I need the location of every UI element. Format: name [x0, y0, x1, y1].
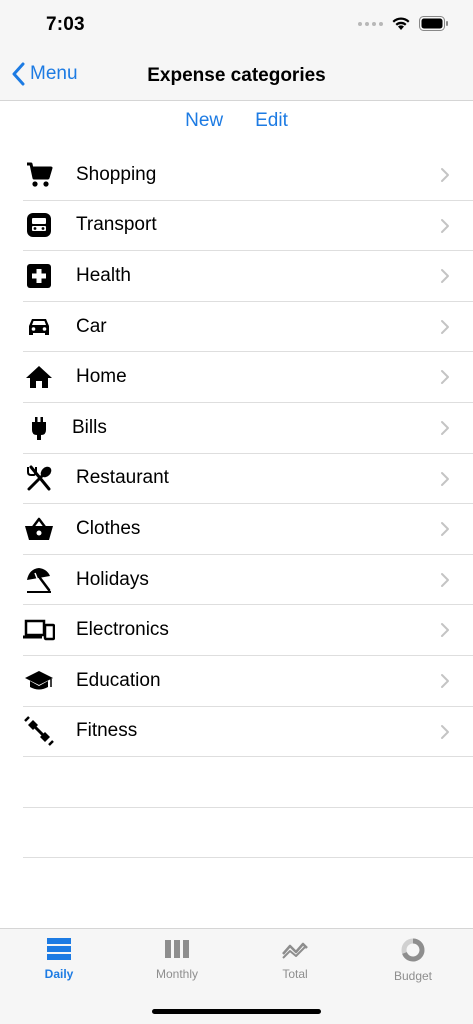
category-row-home[interactable]: Home: [23, 352, 473, 403]
car-icon: [23, 311, 55, 343]
basket-icon: [23, 513, 55, 545]
battery-icon: [419, 16, 448, 31]
chevron-right-icon: [441, 420, 449, 435]
category-label: Car: [76, 315, 107, 337]
signal-icon: [358, 21, 383, 26]
medical-cross-icon: [23, 260, 55, 292]
plug-icon: [23, 412, 55, 444]
bus-icon: [23, 209, 55, 241]
category-row-shopping[interactable]: Shopping: [23, 150, 473, 201]
tab-budget[interactable]: Budget: [354, 937, 472, 983]
edit-button[interactable]: Edit: [255, 110, 288, 132]
category-row-electronics[interactable]: Electronics: [23, 605, 473, 656]
daily-bars-icon: [47, 938, 71, 960]
chevron-right-icon: [441, 724, 449, 739]
category-row-clothes[interactable]: Clothes: [23, 504, 473, 555]
category-row-restaurant[interactable]: Restaurant: [23, 454, 473, 505]
trend-icon: [282, 942, 308, 959]
category-label: Education: [76, 669, 161, 691]
tab-label: Monthly: [155, 967, 199, 981]
wifi-icon: [392, 17, 410, 30]
shopping-cart-icon: [23, 159, 55, 191]
chevron-right-icon: [441, 370, 449, 385]
dumbbell-icon: [23, 715, 55, 747]
tab-label: Daily: [44, 967, 74, 981]
tab-monthly[interactable]: Monthly: [118, 937, 236, 981]
chevron-right-icon: [441, 673, 449, 688]
chevron-right-icon: [441, 218, 449, 233]
devices-icon: [23, 614, 55, 646]
category-list: Shopping Transport Health Car Home Bills…: [23, 150, 473, 859]
category-label: Health: [76, 264, 131, 286]
house-icon: [23, 361, 55, 393]
empty-row: [23, 808, 473, 859]
tab-total[interactable]: Total: [236, 937, 354, 981]
category-row-bills[interactable]: Bills: [23, 403, 473, 454]
chevron-right-icon: [441, 623, 449, 638]
category-label: Home: [76, 366, 127, 388]
tab-bar: Daily Monthly Total Budget: [0, 928, 473, 1024]
navigation-bar: Menu Expense categories: [0, 50, 473, 101]
category-row-transport[interactable]: Transport: [23, 201, 473, 252]
graduation-cap-icon: [23, 665, 55, 697]
category-label: Electronics: [76, 619, 169, 641]
chevron-right-icon: [441, 319, 449, 334]
donut-icon: [401, 938, 425, 962]
chevron-right-icon: [441, 572, 449, 587]
chevron-right-icon: [441, 471, 449, 486]
category-row-health[interactable]: Health: [23, 251, 473, 302]
tab-label: Budget: [393, 969, 433, 983]
category-label: Transport: [76, 214, 157, 236]
category-label: Fitness: [76, 720, 138, 742]
monthly-columns-icon: [165, 940, 189, 958]
category-label: Holidays: [76, 568, 149, 590]
category-row-holidays[interactable]: Holidays: [23, 555, 473, 606]
chevron-right-icon: [441, 522, 449, 537]
tab-daily[interactable]: Daily: [0, 937, 118, 981]
beach-umbrella-icon: [23, 564, 55, 596]
chevron-right-icon: [441, 269, 449, 284]
home-indicator: [152, 1009, 321, 1014]
utensils-icon: [23, 462, 55, 494]
action-bar: New Edit: [0, 110, 473, 132]
category-label: Shopping: [76, 163, 157, 185]
status-time: 7:03: [46, 14, 85, 35]
category-label: Restaurant: [76, 467, 169, 489]
page-title: Expense categories: [147, 65, 326, 86]
status-icons: [358, 16, 449, 31]
category-label: Clothes: [76, 517, 141, 539]
empty-row: [23, 757, 473, 808]
category-row-fitness[interactable]: Fitness: [23, 707, 473, 758]
tab-label: Total: [282, 967, 308, 981]
status-bar: 7:03: [0, 0, 473, 50]
category-row-car[interactable]: Car: [23, 302, 473, 353]
category-label: Bills: [72, 416, 107, 438]
chevron-right-icon: [441, 168, 449, 182]
category-row-education[interactable]: Education: [23, 656, 473, 707]
new-button[interactable]: New: [185, 110, 223, 132]
